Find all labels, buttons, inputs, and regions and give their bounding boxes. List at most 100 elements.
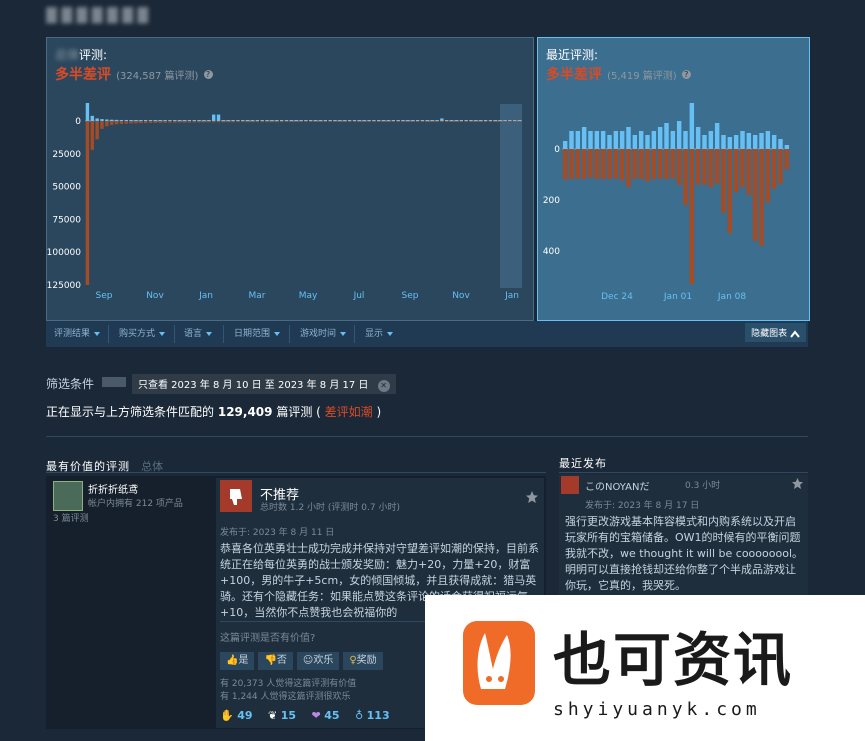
negative-bar (493, 121, 497, 123)
negative-bar (197, 121, 201, 123)
x-tick-label: Jan (504, 291, 519, 301)
negative-bar (664, 149, 669, 180)
filter-language[interactable]: 语言 (184, 321, 213, 347)
negative-bar (695, 149, 701, 185)
negative-bar (226, 121, 230, 123)
positive-bar (483, 120, 488, 121)
review-author[interactable]: 折折折纸鸢 (88, 481, 138, 496)
positive-bar (143, 120, 148, 121)
negative-bar (600, 149, 606, 180)
positive-bar (265, 120, 269, 121)
filter-date-range[interactable]: 日期范围 (234, 321, 281, 347)
negative-bar (454, 121, 459, 123)
positive-bar (304, 120, 308, 121)
negative-bar (245, 121, 250, 123)
negative-bar (236, 121, 240, 123)
positive-bar (695, 127, 701, 149)
chevron-down-icon (340, 331, 347, 336)
positive-bar (139, 120, 143, 121)
negative-bar (714, 149, 720, 184)
positive-bar (415, 120, 420, 121)
positive-bar (357, 120, 362, 121)
help-icon[interactable]: ? (681, 70, 691, 79)
positive-bar (517, 120, 522, 121)
positive-bar (391, 120, 396, 121)
negative-bar (347, 121, 352, 123)
positive-bar (284, 120, 289, 121)
positive-bar (569, 131, 574, 149)
positive-bar (338, 120, 342, 121)
negative-bar (740, 149, 745, 188)
recent-reviews-panel: 最近评测: 多半差评 (5,419 篇评测) ? 0 200 400 Dec 24 Ja… (537, 37, 810, 321)
negative-bar (778, 149, 783, 184)
negative-bar (425, 121, 430, 123)
positive-bar (689, 103, 695, 149)
negative-bar (626, 149, 631, 188)
wings-icon[interactable]: ❦ (268, 709, 277, 722)
vote-no-button[interactable]: 👎否 (258, 652, 293, 670)
close-icon[interactable]: ✕ (377, 380, 390, 392)
hand-icon[interactable]: ✋ (220, 709, 234, 722)
negative-bar (168, 121, 172, 123)
positive-bar (493, 120, 497, 121)
positive-bar (386, 120, 391, 121)
filter-purchase-type[interactable]: 购买方式 (119, 321, 166, 347)
filter-display[interactable]: 显示 (365, 321, 394, 347)
overall-rating: 多半差评 (55, 67, 111, 83)
filter-playtime[interactable]: 游戏时间 (300, 321, 347, 347)
author-review-count[interactable]: 3 篇评测 (53, 511, 89, 524)
positive-bar (459, 120, 464, 121)
negative-bar (95, 121, 99, 140)
positive-bar (119, 119, 124, 121)
x-tick-label: May (299, 291, 318, 301)
positive-bar (513, 120, 517, 121)
avatar[interactable] (53, 481, 83, 511)
positive-bar (95, 118, 99, 121)
positive-bar (245, 120, 250, 121)
heart-hands-icon[interactable]: ❤ (312, 709, 321, 722)
thumbs-down-icon: 👎 (264, 655, 277, 666)
negative-bar (727, 149, 733, 234)
y-tick-label: 75000 (52, 215, 81, 225)
award-button[interactable]: ♀奖励 (343, 652, 383, 670)
negative-bar (670, 149, 676, 179)
positive-bar (333, 120, 337, 121)
negative-bar (513, 121, 517, 123)
positive-bar (163, 120, 167, 121)
positive-bar (449, 120, 454, 121)
recent-review-author[interactable]: このNOYANだ (585, 478, 649, 493)
negative-bar (483, 121, 488, 123)
x-tick-label: Mar (249, 291, 266, 301)
negative-bar (464, 121, 468, 123)
recent-review-posted: 发布于: 2023 年 8 月 17 日 (585, 501, 700, 511)
selected-range-band[interactable] (500, 104, 522, 288)
smile-icon: ☺ (302, 655, 314, 666)
recent-rating: 多半差评 (546, 67, 602, 83)
negative-bar (367, 121, 371, 123)
negative-bar (689, 149, 695, 285)
filter-review-type[interactable]: 评测结果 (54, 321, 101, 347)
positive-bar (279, 120, 284, 121)
review-hours: 总时数 1.2 小时 (评测时 0.7 小时) (260, 503, 400, 513)
negative-bar (100, 121, 104, 129)
positive-bar (670, 131, 676, 149)
clear-filters-icon[interactable] (102, 377, 126, 387)
star-icon[interactable] (791, 477, 804, 490)
negative-bar (406, 121, 410, 123)
vote-funny-button[interactable]: ☺欢乐 (296, 652, 340, 670)
positive-bar (588, 131, 593, 149)
negative-bar (119, 121, 124, 124)
help-icon[interactable]: ? (203, 70, 213, 79)
positive-bar (153, 120, 158, 121)
negative-bar (357, 121, 362, 123)
positive-bar (114, 119, 119, 121)
recent-title: 最近评测: (546, 48, 599, 62)
hide-graph-button[interactable]: 隐藏图表 (745, 323, 806, 342)
positive-bar (158, 120, 162, 121)
medal-icon[interactable]: ♁ (355, 709, 363, 722)
review-filter-bar: 评测结果 购买方式 语言 日期范围 游戏时间 显示 隐藏图表 (46, 321, 808, 347)
x-tick-label: Jan 01 (663, 292, 692, 302)
star-icon[interactable] (525, 490, 539, 504)
vote-yes-button[interactable]: 👍是 (220, 652, 255, 670)
negative-bar (632, 149, 638, 180)
